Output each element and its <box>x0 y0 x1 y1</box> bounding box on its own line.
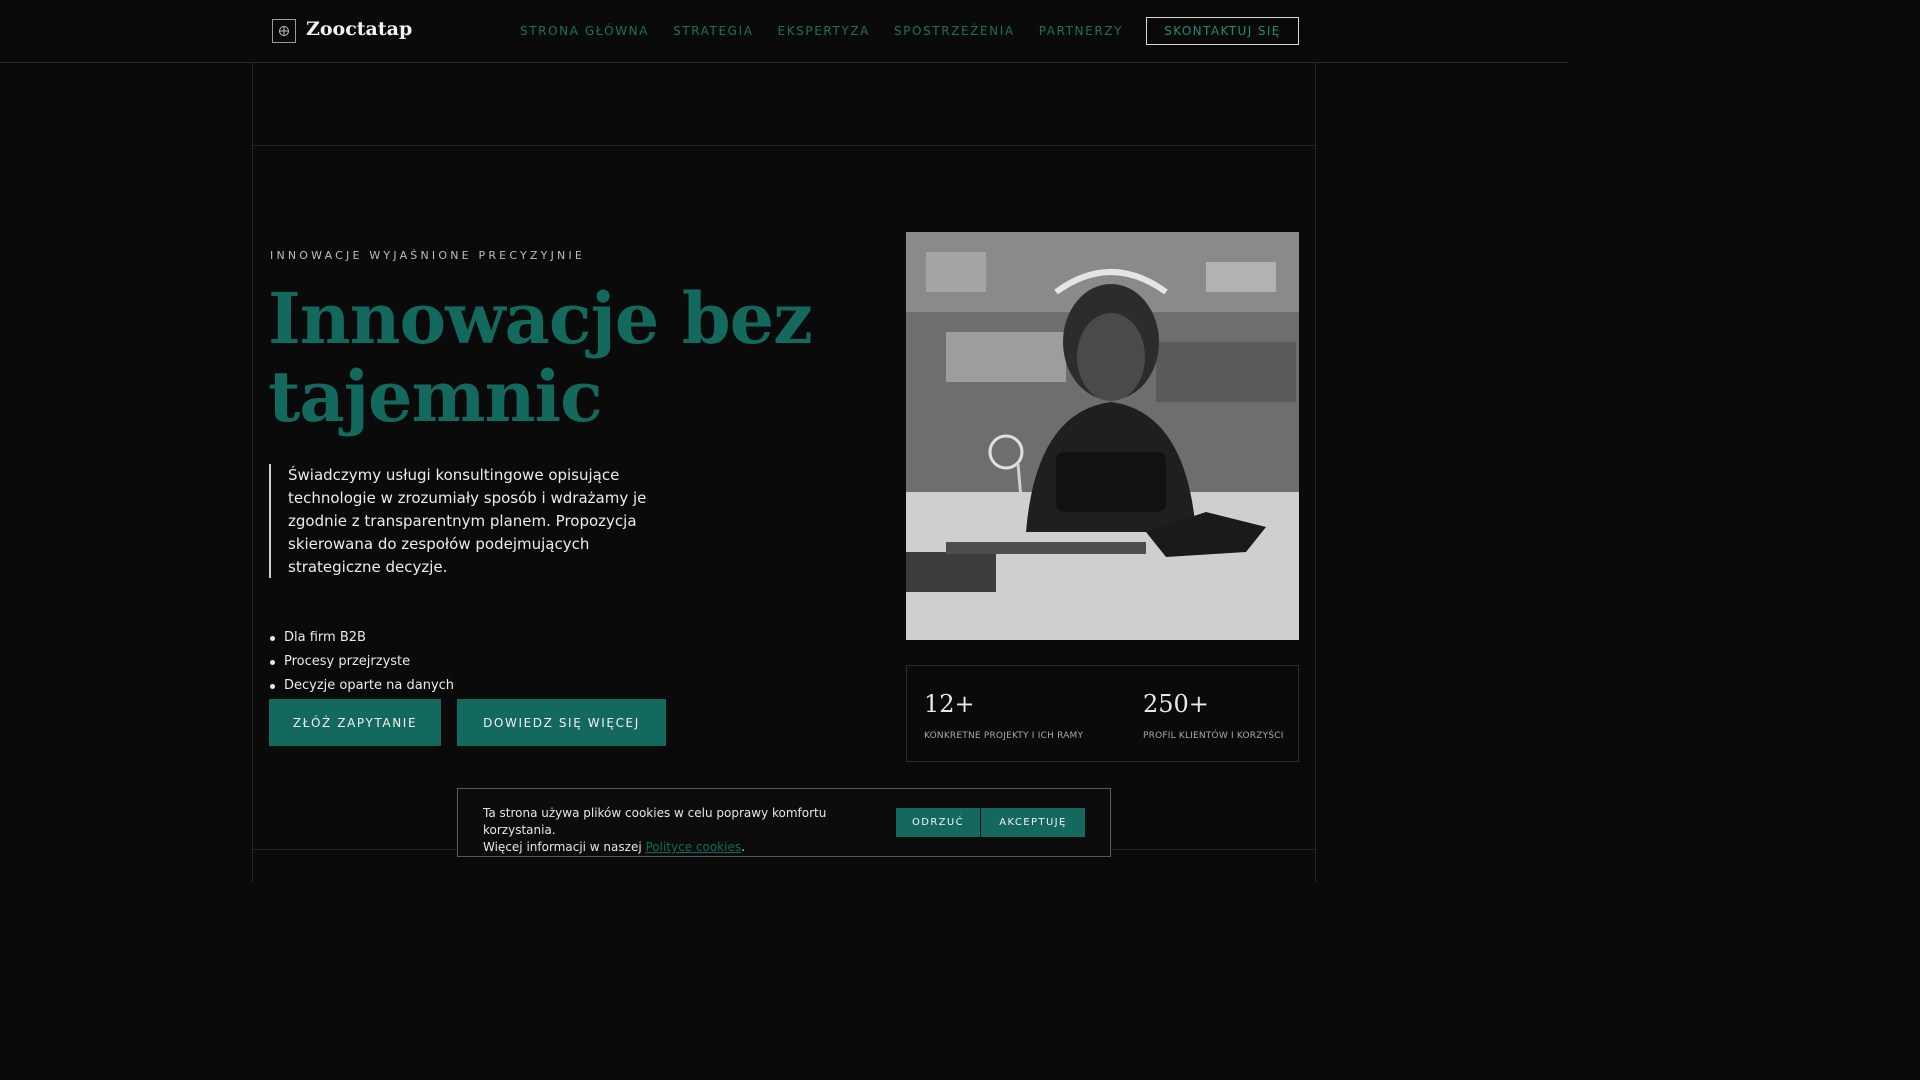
stat-projects-label: KONKRETNE PROJEKTY I ICH RAMY <box>924 731 1084 741</box>
logo-icon[interactable] <box>272 19 296 43</box>
nav-link-home[interactable]: STRONA GŁÓWNA <box>520 24 649 38</box>
list-item: Dla firm B2B <box>270 626 454 650</box>
learn-more-button[interactable]: DOWIEDZ SIĘ WIĘCEJ <box>457 699 666 746</box>
main-nav: STRONA GŁÓWNA STRATEGIA EKSPERTYZA SPOST… <box>520 24 1123 38</box>
cookie-message-line2: Więcej informacji w naszej <box>483 840 646 854</box>
nav-link-insights[interactable]: SPOSTRZEŻENIA <box>894 24 1015 38</box>
stat-clients-label: PROFIL KLIENTÓW I KORZYŚCI <box>1143 731 1284 741</box>
reject-cookies-button[interactable]: ODRZUĆ <box>896 808 980 837</box>
stat-clients-value: 250+ <box>1143 690 1209 718</box>
hero-title-line2: tajemnic <box>268 355 603 438</box>
cookie-message: Ta strona używa plików cookies w celu po… <box>483 805 893 856</box>
hero-title: Innowacje bez tajemnic <box>268 280 828 436</box>
nav-link-expertise[interactable]: EKSPERTYZA <box>778 24 870 38</box>
hero-title-line1: Innowacje bez <box>268 277 813 360</box>
contact-button[interactable]: SKONTAKTUJ SIĘ <box>1146 17 1299 45</box>
cookie-policy-link[interactable]: Polityce cookies <box>645 840 741 854</box>
cookie-message-line1: Ta strona używa plików cookies w celu po… <box>483 806 827 837</box>
hero-bullet-list: Dla firm B2B Procesy przejrzyste Decyzje… <box>270 626 454 698</box>
list-item: Decyzje oparte na danych <box>270 674 454 698</box>
brand-name[interactable]: Zooctatap <box>306 18 412 40</box>
frame-divider-left <box>252 63 253 882</box>
stats-panel: 12+ KONKRETNE PROJEKTY I ICH RAMY 250+ P… <box>906 665 1299 762</box>
hero-eyebrow: INNOWACJE WYJAŚNIONE PRECYZYJNIE <box>270 249 586 262</box>
stat-projects-value: 12+ <box>924 690 975 718</box>
nav-link-strategy[interactable]: STRATEGIA <box>673 24 753 38</box>
cookie-message-suffix: . <box>741 840 745 854</box>
accept-cookies-button[interactable]: AKCEPTUJĘ <box>981 808 1085 837</box>
top-navigation-bar: Zooctatap STRONA GŁÓWNA STRATEGIA EKSPER… <box>0 0 1568 63</box>
hero-lead: Świadczymy usługi konsultingowe opisując… <box>269 464 649 578</box>
section-divider-top <box>252 145 1316 146</box>
frame-divider-right <box>1315 63 1316 882</box>
submit-inquiry-button[interactable]: ZŁÓŻ ZAPYTANIE <box>269 699 441 746</box>
list-item: Procesy przejrzyste <box>270 650 454 674</box>
hero-photo-illustration <box>906 232 1299 640</box>
nav-link-partners[interactable]: PARTNERZY <box>1039 24 1123 38</box>
cookie-banner: Ta strona używa plików cookies w celu po… <box>457 788 1111 857</box>
hero-photo <box>906 232 1299 640</box>
